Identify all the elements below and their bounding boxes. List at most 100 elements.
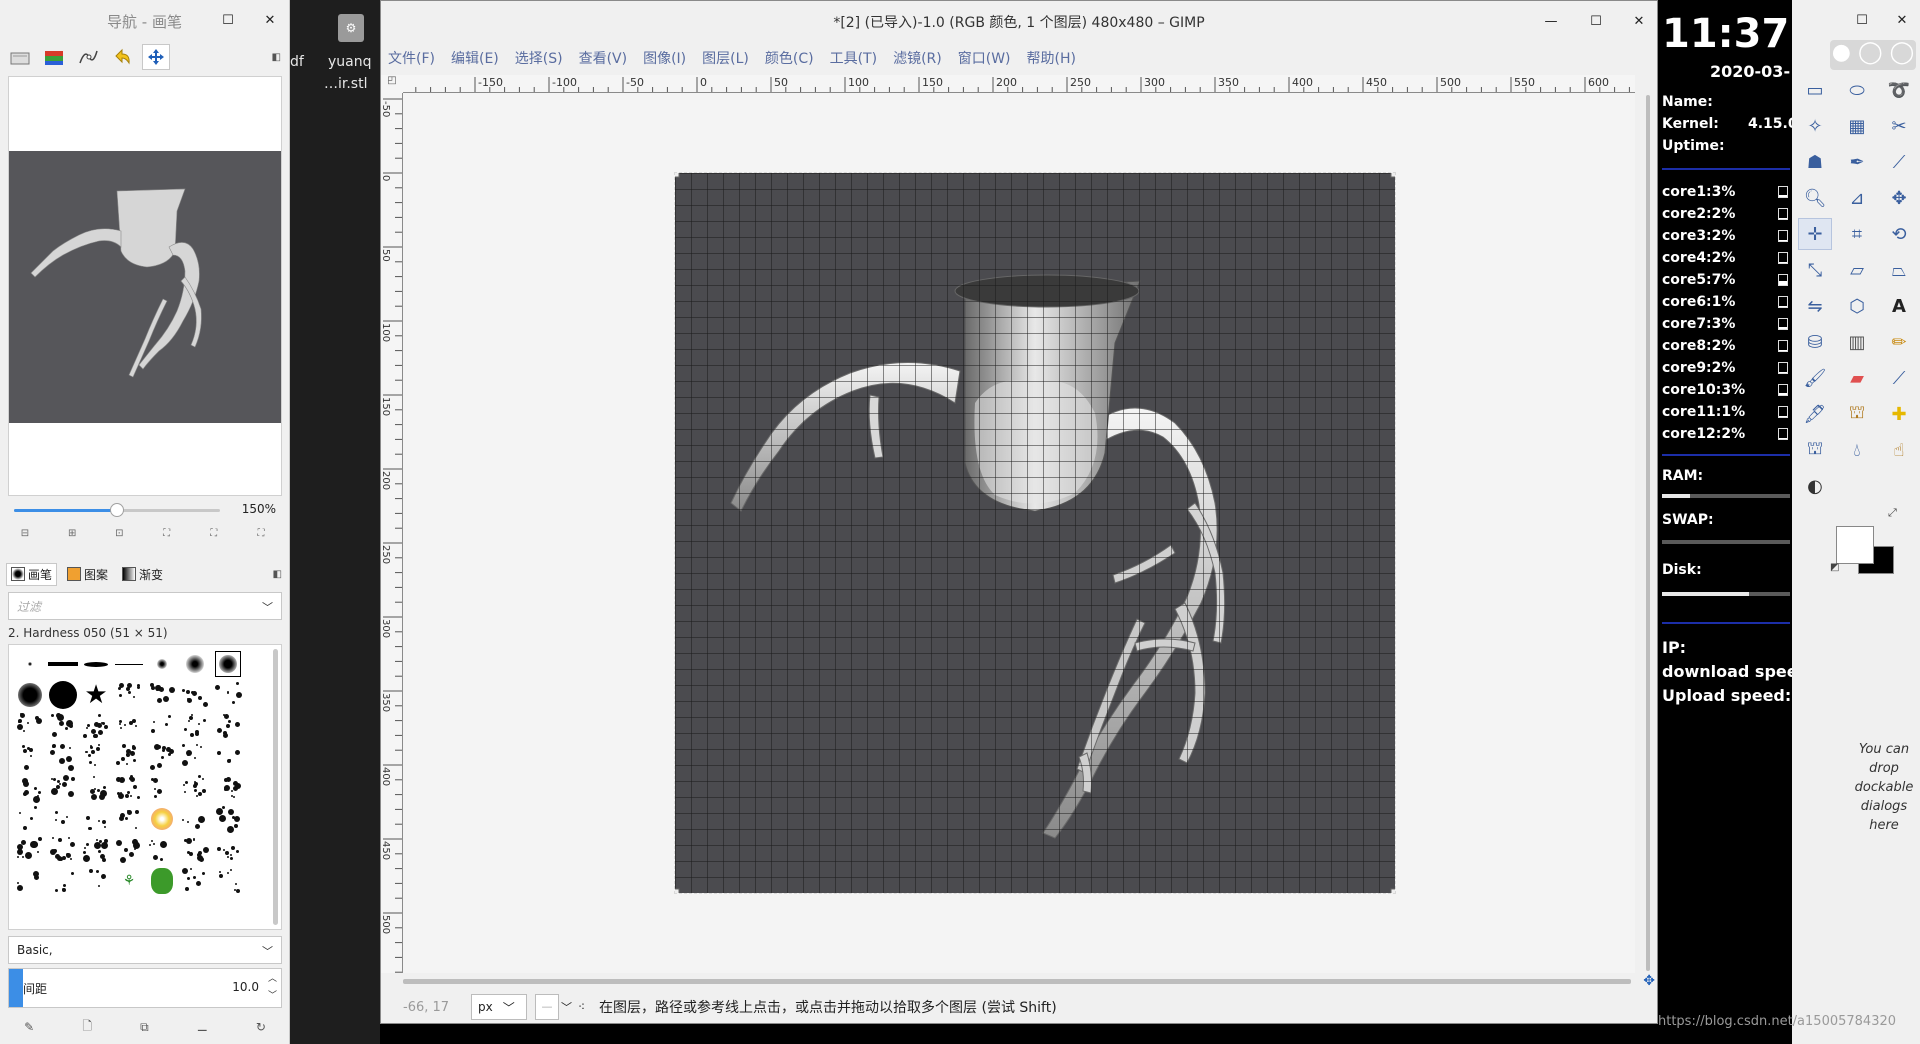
shear-tool-icon[interactable]: ▱ <box>1840 254 1874 286</box>
zoom-tool-icon[interactable]: 🔍︎ <box>1798 182 1832 214</box>
maximize-icon[interactable]: ☐ <box>218 10 238 30</box>
gimp-titlebar[interactable]: *[2] (已导入)-1.0 (RGB 颜色, 1 个图层) 480x480 –… <box>381 1 1657 43</box>
navigate-icon[interactable]: ✥ <box>1643 973 1655 989</box>
blend-tool-icon[interactable]: ▥ <box>1840 326 1874 358</box>
brush-thumbnail[interactable] <box>114 804 144 834</box>
brush-thumbnail[interactable] <box>147 680 177 710</box>
brush-thumbnail[interactable] <box>48 680 78 710</box>
brush-thumbnail[interactable] <box>81 866 111 896</box>
brush-thumbnail[interactable] <box>147 711 177 741</box>
brush-thumbnail[interactable] <box>15 773 45 803</box>
zoom-out-icon[interactable]: ⊟ <box>18 528 32 542</box>
rotate-tool-icon[interactable]: ⟲ <box>1882 218 1916 250</box>
menu-item-0[interactable]: 文件(F) <box>387 46 436 70</box>
brush-thumbnail[interactable] <box>81 897 111 927</box>
brush-thumbnail[interactable] <box>15 804 45 834</box>
brush-filter-input[interactable]: 过滤 ﹀ <box>8 592 282 620</box>
dodge-burn-tool-icon[interactable]: ◐ <box>1798 470 1832 502</box>
desktop-item-1-label[interactable]: df <box>290 54 304 70</box>
tab-brushes[interactable]: 画笔 <box>6 562 58 586</box>
smudge-tool-icon[interactable]: ☝ <box>1882 434 1916 466</box>
image-canvas[interactable] <box>672 170 1398 896</box>
brush-thumbnail[interactable] <box>48 711 78 741</box>
navigation-zoom-slider[interactable]: 150% <box>14 502 276 518</box>
brush-thumbnail[interactable] <box>147 835 177 865</box>
delete-brush-icon[interactable]: ⚊ <box>197 1020 208 1034</box>
brush-thumbnail[interactable] <box>147 897 177 927</box>
brush-thumbnail[interactable] <box>15 742 45 772</box>
brush-thumbnail[interactable] <box>114 649 144 679</box>
crop-tool-icon[interactable]: ⌗ <box>1840 218 1874 250</box>
maximize-icon[interactable]: ☐ <box>1852 10 1872 30</box>
brush-thumbnail[interactable] <box>180 804 210 834</box>
zoom-fit-icon[interactable]: ⛶ <box>160 528 174 542</box>
fuzzy-select-tool-icon[interactable]: ✧ <box>1798 110 1832 142</box>
menu-item-8[interactable]: 滤镜(R) <box>892 46 943 70</box>
brush-spacing-slider[interactable]: 间距 10.0 ︿ ﹀ <box>8 968 282 1008</box>
desktop-item-2-label-2[interactable]: …ir.stl <box>324 76 367 92</box>
brush-thumbnail[interactable] <box>15 649 45 679</box>
brush-thumbnail[interactable] <box>81 835 111 865</box>
desktop-item-2-label[interactable]: yuanq <box>328 54 372 70</box>
brush-grid[interactable]: ★ ⚘ <box>8 644 282 930</box>
unit-select[interactable]: px ﹀ <box>471 994 527 1020</box>
brush-thumbnail[interactable] <box>213 804 243 834</box>
move-tool-icon[interactable]: ✥ <box>1882 182 1916 214</box>
cage-transform-tool-icon[interactable]: ⬡ <box>1840 290 1874 322</box>
zoom-select[interactable]: — <box>535 994 559 1020</box>
ellipse-select-tool-icon[interactable]: ⬭ <box>1840 74 1874 106</box>
zoom-knob[interactable] <box>110 503 124 517</box>
brush-preset-select[interactable]: Basic, ﹀ <box>8 936 282 964</box>
brush-grid-scrollbar[interactable] <box>273 649 278 925</box>
brush-thumbnail[interactable] <box>180 835 210 865</box>
brush-thumbnail[interactable] <box>213 835 243 865</box>
brush-thumbnail[interactable] <box>114 742 144 772</box>
brush-thumbnail[interactable] <box>114 711 144 741</box>
free-select-tool-icon[interactable]: ➰ <box>1882 74 1916 106</box>
brush-thumbnail[interactable] <box>48 773 78 803</box>
rect-select-tool-icon[interactable]: ▭ <box>1798 74 1832 106</box>
airbrush-tool-icon[interactable]: ⟋ <box>1882 362 1916 394</box>
file-icon[interactable]: ⚙ <box>338 14 364 42</box>
brush-thumbnail[interactable] <box>81 649 111 679</box>
close-icon[interactable]: ✕ <box>1892 10 1912 30</box>
brush-thumbnail[interactable] <box>180 680 210 710</box>
brush-thumbnail[interactable] <box>180 711 210 741</box>
chevron-down-icon[interactable]: ﹀ <box>262 943 273 959</box>
quick-mask-toggle[interactable]: ◰ <box>381 75 403 93</box>
spacing-stepper[interactable]: ︿ ﹀ <box>268 971 277 1005</box>
layers-icon[interactable] <box>6 44 34 70</box>
chevron-down-icon[interactable]: ﹀ <box>561 999 572 1015</box>
brush-thumbnail[interactable] <box>114 680 144 710</box>
shrink-wrap-icon[interactable]: ⛶ <box>254 528 268 542</box>
clone-tool-icon[interactable]: ⛫ <box>1840 398 1874 430</box>
brush-thumbnail[interactable] <box>48 742 78 772</box>
brush-thumbnail[interactable] <box>15 835 45 865</box>
dock-menu-icon[interactable]: ◧ <box>272 52 281 63</box>
measure-tool-icon[interactable]: ⊿ <box>1840 182 1874 214</box>
select-by-color-tool-icon[interactable]: ▦ <box>1840 110 1874 142</box>
refresh-brushes-icon[interactable]: ↻ <box>256 1020 266 1034</box>
undo-history-icon[interactable] <box>108 44 136 70</box>
alignment-tool-icon[interactable]: ✛ <box>1798 218 1832 250</box>
zoom-100-icon[interactable]: ⊡ <box>112 528 126 542</box>
minimize-icon[interactable]: — <box>1541 11 1561 31</box>
brush-thumbnail[interactable] <box>15 680 45 710</box>
horizontal-scrollbar[interactable] <box>403 977 1635 985</box>
horizontal-ruler[interactable]: -150 -100 -50 0 50 100 150 200 250 300 350 400 450 50… <box>403 75 1635 93</box>
zoom-fill-icon[interactable]: ⛶ <box>207 528 221 542</box>
new-brush-icon[interactable]: 🗋 <box>82 1017 92 1038</box>
close-icon[interactable]: ✕ <box>260 10 280 30</box>
horizontal-scroll-thumb[interactable] <box>403 979 1631 984</box>
bucket-fill-tool-icon[interactable]: ⛁ <box>1798 326 1832 358</box>
navigation-preview[interactable] <box>9 151 281 423</box>
navigation-view[interactable] <box>8 76 282 496</box>
brush-thumbnail[interactable]: ⚘ <box>114 866 144 896</box>
brush-thumbnail[interactable] <box>81 711 111 741</box>
brush-thumbnail[interactable] <box>147 866 177 896</box>
text-tool-icon[interactable]: A <box>1882 290 1916 322</box>
brush-thumbnail[interactable] <box>48 866 78 896</box>
brush-thumbnail[interactable] <box>147 804 177 834</box>
brush-thumbnail[interactable] <box>147 773 177 803</box>
brush-thumbnail[interactable] <box>114 773 144 803</box>
